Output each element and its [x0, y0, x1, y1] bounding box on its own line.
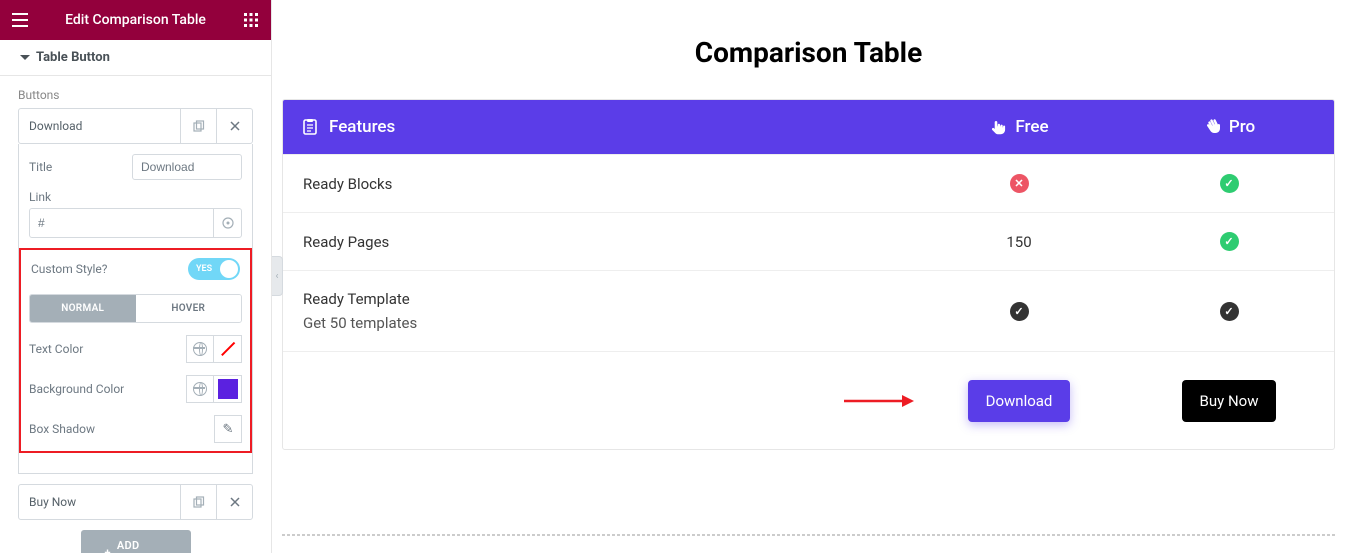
row-free: 150	[914, 233, 1124, 251]
button-item[interactable]: Buy Now	[18, 484, 253, 520]
title-label: Title	[29, 160, 52, 174]
custom-style-label: Custom Style?	[31, 262, 107, 276]
preview-area: ‹ Comparison Table Features Free Pro Rea…	[272, 0, 1345, 553]
link-field: Link	[29, 190, 242, 238]
close-icon[interactable]	[216, 485, 252, 519]
pencil-icon: ✎	[223, 422, 234, 437]
header-features: Features	[283, 100, 914, 154]
table-header: Features Free Pro	[283, 100, 1334, 154]
row-feature: Ready Template Get 50 templates	[283, 271, 914, 351]
row-feature: Ready Pages	[283, 214, 914, 270]
bg-color-label: Background Color	[29, 382, 124, 396]
bg-color-row: Background Color	[29, 375, 242, 403]
gear-icon[interactable]	[213, 209, 241, 237]
menu-icon[interactable]	[10, 13, 30, 27]
sidebar-header: Edit Comparison Table	[0, 0, 271, 40]
table-buttons-row: Download Buy Now	[283, 351, 1334, 449]
section-label: Table Button	[36, 50, 110, 65]
table-row: Ready Blocks ✕ ✓	[283, 154, 1334, 212]
grid-icon[interactable]	[241, 13, 261, 27]
hand-pointer-icon	[989, 118, 1007, 136]
header-free: Free	[914, 100, 1124, 154]
global-color-button[interactable]	[186, 375, 214, 403]
row-feature: Ready Blocks	[283, 156, 914, 212]
highlight-box: Custom Style? YES NORMAL HOVER Text Colo…	[19, 248, 252, 453]
tab-hover[interactable]: HOVER	[136, 295, 242, 322]
collapse-handle[interactable]: ‹	[272, 256, 283, 296]
sidebar: Edit Comparison Table Table Button Butto…	[0, 0, 272, 553]
download-button[interactable]: Download	[968, 380, 1071, 422]
clipboard-icon	[301, 118, 319, 136]
box-shadow-edit[interactable]: ✎	[214, 415, 242, 443]
sidebar-body: Buttons Download Title Link	[0, 76, 271, 553]
check-icon: ✓	[1220, 302, 1239, 321]
title-field-row: Title	[29, 154, 242, 180]
bg-color-picker[interactable]	[214, 375, 242, 403]
duplicate-icon[interactable]	[180, 485, 216, 519]
table-row: Ready Pages 150 ✓	[283, 212, 1334, 270]
globe-icon	[193, 382, 207, 396]
globe-icon	[193, 342, 207, 356]
state-tabs: NORMAL HOVER	[29, 294, 242, 323]
row-pro: ✓	[1124, 302, 1334, 321]
caret-down-icon	[20, 55, 30, 60]
custom-style-toggle[interactable]: YES	[188, 258, 240, 280]
custom-style-row: Custom Style? YES	[29, 258, 242, 280]
header-free-label: Free	[1015, 117, 1048, 137]
buttons-label: Buttons	[18, 88, 253, 102]
row-feature-subtitle: Get 50 templates	[303, 311, 894, 335]
check-icon: ✓	[1220, 174, 1239, 193]
buy-now-button[interactable]: Buy Now	[1182, 380, 1277, 422]
row-free: ✕	[914, 174, 1124, 193]
table-row: Ready Template Get 50 templates ✓ ✓	[283, 270, 1334, 351]
check-icon: ✓	[1010, 302, 1029, 321]
header-pro-label: Pro	[1229, 117, 1255, 137]
annotation-arrow	[844, 391, 914, 411]
header-features-label: Features	[329, 117, 395, 137]
text-color-row: Text Color	[29, 335, 242, 363]
link-input[interactable]	[30, 209, 213, 237]
row-pro: ✓	[1124, 174, 1334, 193]
add-item-button[interactable]: + ADD ITEM	[81, 530, 191, 553]
box-shadow-label: Box Shadow	[29, 422, 95, 436]
button-item[interactable]: Download	[18, 108, 253, 144]
link-label: Link	[29, 190, 51, 204]
row-pro: ✓	[1124, 232, 1334, 251]
button-item-fields: Title Link Custom Style? YES	[18, 144, 253, 474]
comparison-table: Features Free Pro Ready Blocks ✕ ✓ Ready…	[282, 99, 1335, 450]
title-input[interactable]	[132, 154, 242, 180]
color-swatch	[218, 379, 238, 399]
close-icon[interactable]	[216, 109, 252, 143]
text-color-label: Text Color	[29, 342, 83, 356]
section-placeholder	[282, 534, 1335, 536]
duplicate-icon[interactable]	[180, 109, 216, 143]
toggle-knob	[220, 260, 238, 278]
no-color-icon	[221, 342, 235, 356]
preview-title: Comparison Table	[282, 36, 1335, 69]
row-feature-title: Ready Template	[303, 287, 894, 311]
panel-title: Edit Comparison Table	[30, 12, 241, 28]
cross-icon: ✕	[1010, 174, 1029, 193]
global-color-button[interactable]	[186, 335, 214, 363]
box-shadow-row: Box Shadow ✎	[29, 415, 242, 443]
button-item-name: Buy Now	[19, 495, 180, 509]
text-color-picker[interactable]	[214, 335, 242, 363]
hand-wave-icon	[1203, 118, 1221, 136]
section-toggle[interactable]: Table Button	[0, 40, 271, 76]
button-item-name: Download	[19, 119, 180, 133]
header-pro: Pro	[1124, 100, 1334, 154]
toggle-yes: YES	[196, 264, 212, 274]
add-item-label: ADD ITEM	[117, 539, 167, 553]
tab-normal[interactable]: NORMAL	[30, 295, 136, 322]
plus-icon: +	[105, 546, 111, 553]
row-free: ✓	[914, 302, 1124, 321]
check-icon: ✓	[1220, 232, 1239, 251]
